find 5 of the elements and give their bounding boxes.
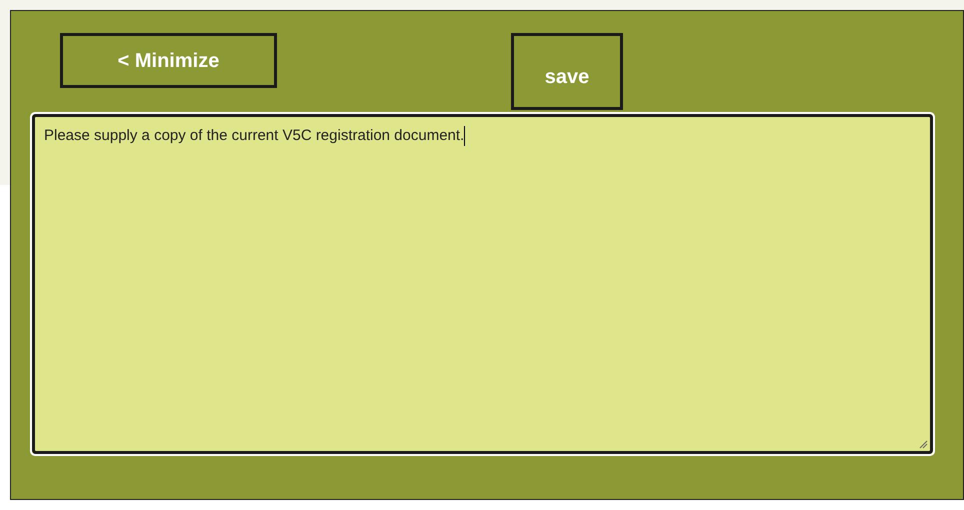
- text-area[interactable]: Please supply a copy of the current V5C registration document.: [32, 114, 933, 454]
- text-cursor: [464, 126, 466, 146]
- save-button[interactable]: save: [511, 33, 623, 110]
- minimize-button[interactable]: < Minimize: [60, 33, 277, 88]
- resize-grip-icon: [918, 439, 928, 449]
